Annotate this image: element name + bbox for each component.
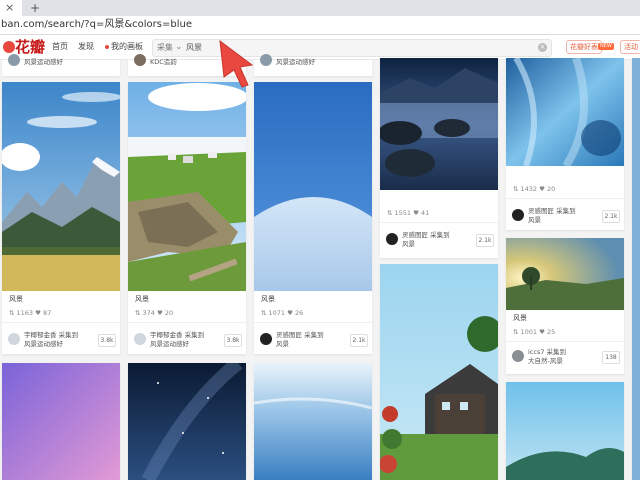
pin-stats: ⇅ 374 ♥ 20 <box>135 309 174 317</box>
follow-count-button[interactable]: 2.1k <box>602 210 620 223</box>
pin-card[interactable]: 风景 ⇅ 1001 ♥ 25 iccs7 采集到 大自然-风景 138 <box>506 238 624 374</box>
pin-board[interactable]: 风景 <box>276 340 289 348</box>
browser-tab[interactable]: × <box>0 0 22 16</box>
site-header: 花瓣 首页 发现 我的画板 采集 ⌄ 风景 × 花瓣好表 活动 <box>0 35 640 60</box>
avatar[interactable] <box>8 333 20 345</box>
nav-my-boards[interactable]: 我的画板 <box>111 42 143 52</box>
pin-card[interactable]: ⇅ 1551 ♥ 41 灵感图匠 采集到 风景 2.1k <box>380 58 498 258</box>
nav-home[interactable]: 首页 <box>52 42 68 52</box>
pin-stats: ⇅ 1163 ♥ 87 <box>9 309 52 317</box>
logo-icon[interactable] <box>3 41 15 53</box>
avatar[interactable] <box>260 54 272 66</box>
pin-card[interactable] <box>2 363 120 480</box>
pin-user[interactable]: 灵感图匠 采集到 <box>528 207 576 215</box>
divider <box>380 222 498 223</box>
pin-user[interactable]: 灵感图匠 采集到 <box>276 331 324 339</box>
avatar[interactable] <box>134 333 146 345</box>
pin-image[interactable] <box>380 264 498 480</box>
pin-user[interactable]: 宇椰郁金香 采集到 <box>24 331 78 339</box>
avatar[interactable] <box>512 209 524 221</box>
pin-card-partial[interactable] <box>632 58 640 480</box>
browser-tab-bar: × + <box>0 0 640 16</box>
avatar[interactable] <box>134 54 146 66</box>
pin-image[interactable] <box>254 363 372 480</box>
partial-card[interactable]: 风景运动感好 <box>2 54 120 76</box>
promo-button-activity[interactable]: 活动 <box>620 40 640 54</box>
pin-caption: 风景 <box>135 295 149 303</box>
promo-button-haobiao[interactable]: 花瓣好表 <box>566 40 602 54</box>
logo-text[interactable]: 花瓣 <box>15 38 45 56</box>
pin-image[interactable] <box>254 82 372 291</box>
notification-dot <box>105 45 109 49</box>
divider <box>506 198 624 199</box>
pin-image[interactable] <box>128 363 246 480</box>
search-box[interactable]: 采集 ⌄ 风景 × <box>152 39 552 57</box>
pin-card[interactable]: 风景 ⇅ 1163 ♥ 87 宇椰郁金香 采集到 风景运动感好 3.8k <box>2 82 120 354</box>
pin-board[interactable]: 风景 <box>402 240 415 248</box>
board-name[interactable]: 风景运动感好 <box>24 58 63 66</box>
follow-count-button[interactable]: 2.1k <box>476 234 494 247</box>
search-input[interactable]: 风景 <box>186 43 202 53</box>
pin-card[interactable] <box>506 382 624 480</box>
pin-card[interactable] <box>128 363 246 480</box>
follow-count-button[interactable]: 2.1k <box>350 334 368 347</box>
follow-count-button[interactable]: 138 <box>602 351 620 364</box>
nav-discover[interactable]: 发现 <box>78 42 94 52</box>
board-name[interactable]: KDC造韵 <box>150 58 177 66</box>
divider <box>254 322 372 323</box>
url-text[interactable]: ban.com/search/?q=风景&colors=blue <box>1 18 192 31</box>
pin-card[interactable]: 风景 ⇅ 374 ♥ 20 宇椰郁金香 采集到 风景运动感好 3.8k <box>128 82 246 354</box>
divider <box>506 341 624 342</box>
clear-search-icon[interactable]: × <box>538 43 547 52</box>
pin-stats: ⇅ 1071 ♥ 26 <box>261 309 304 317</box>
pin-image[interactable] <box>506 238 624 310</box>
new-badge: NEW <box>598 43 614 50</box>
pin-caption: 风景 <box>513 314 527 322</box>
pin-board[interactable]: 风景 <box>528 216 541 224</box>
pin-caption: 风景 <box>9 295 23 303</box>
pin-stats: ⇅ 1001 ♥ 25 <box>513 328 556 336</box>
chevron-down-icon[interactable]: ⌄ <box>175 41 183 53</box>
pin-image[interactable] <box>380 58 498 190</box>
avatar[interactable] <box>386 233 398 245</box>
follow-count-button[interactable]: 3.8k <box>98 334 116 347</box>
avatar[interactable] <box>260 333 272 345</box>
avatar[interactable] <box>8 54 20 66</box>
pin-board[interactable]: 风景运动感好 <box>24 340 63 348</box>
pin-image[interactable] <box>2 82 120 291</box>
avatar[interactable] <box>512 350 524 362</box>
divider <box>2 322 120 323</box>
pin-board[interactable]: 大自然-风景 <box>528 357 563 365</box>
pin-image[interactable] <box>128 82 246 291</box>
search-category-select[interactable]: 采集 <box>157 43 173 53</box>
partial-card[interactable]: 风景运动感好 <box>254 54 372 76</box>
pin-image[interactable] <box>2 363 120 480</box>
address-bar[interactable]: ban.com/search/?q=风景&colors=blue <box>0 16 640 35</box>
pin-stats: ⇅ 1432 ♥ 20 <box>513 185 556 193</box>
new-tab-button[interactable]: + <box>30 1 40 15</box>
pin-image[interactable] <box>506 382 624 480</box>
pin-card[interactable]: 风景 ⇅ 1071 ♥ 26 灵感图匠 采集到 风景 2.1k <box>254 82 372 354</box>
pin-user[interactable]: iccs7 采集到 <box>528 348 566 356</box>
pin-stats: ⇅ 1551 ♥ 41 <box>387 209 430 217</box>
pin-user[interactable]: 灵感图匠 采集到 <box>402 231 450 239</box>
close-tab-icon[interactable]: × <box>5 1 14 15</box>
board-name[interactable]: 风景运动感好 <box>276 58 315 66</box>
pin-caption: 风景 <box>261 295 275 303</box>
divider <box>128 322 246 323</box>
pin-card[interactable]: ⇅ 1432 ♥ 20 灵感图匠 采集到 风景 2.1k <box>506 58 624 230</box>
cursor-arrow-icon <box>219 39 254 88</box>
pin-user[interactable]: 宇椰郁金香 采集到 <box>150 331 204 339</box>
pin-image[interactable] <box>506 58 624 166</box>
pin-board[interactable]: 风景运动感好 <box>150 340 189 348</box>
pin-card[interactable] <box>254 363 372 480</box>
pin-card[interactable] <box>380 264 498 480</box>
follow-count-button[interactable]: 3.8k <box>224 334 242 347</box>
